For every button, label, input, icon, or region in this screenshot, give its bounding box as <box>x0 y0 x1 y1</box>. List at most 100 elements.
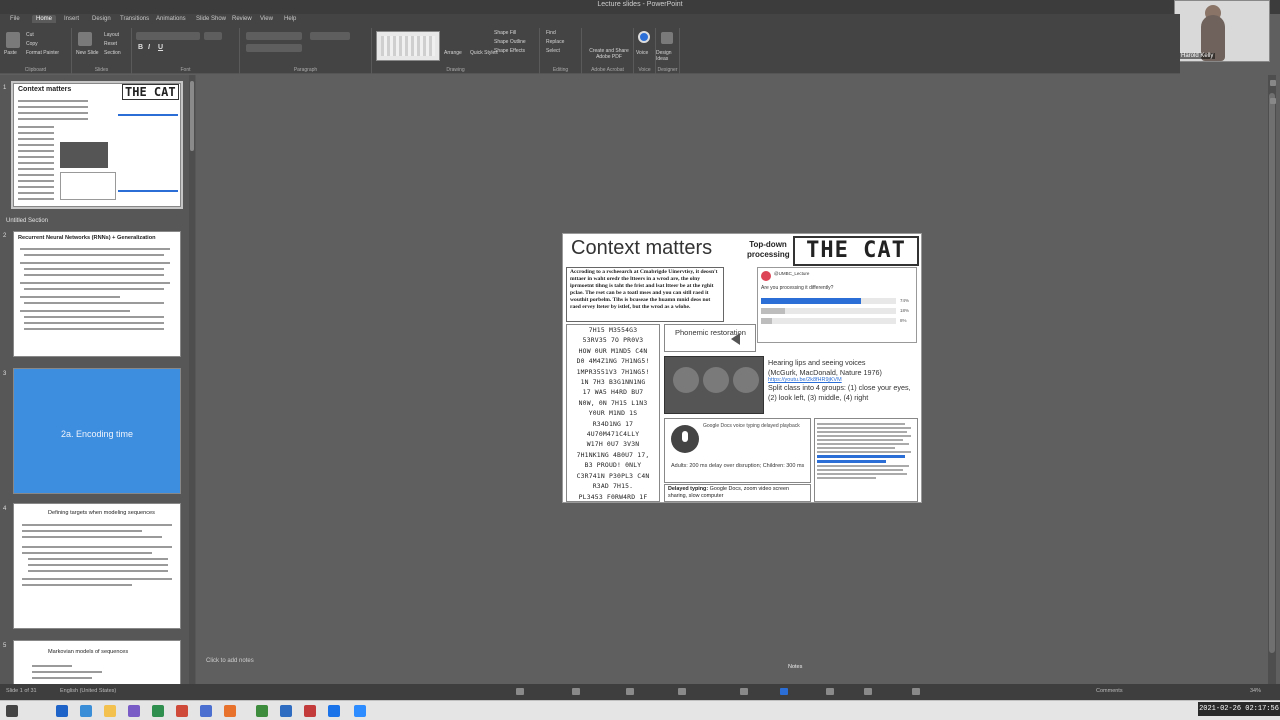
app-icon[interactable] <box>176 705 188 717</box>
tab-slide-show[interactable]: Slide Show <box>192 15 230 23</box>
app-icon[interactable] <box>280 705 292 717</box>
reset-button[interactable]: Reset <box>104 41 117 47</box>
shape-effects-button[interactable]: Shape Effects <box>494 48 525 54</box>
new-slide-icon[interactable] <box>78 32 92 46</box>
chart-icon[interactable] <box>740 688 748 695</box>
chat-icon[interactable] <box>780 688 788 695</box>
format-painter-button[interactable]: Format Painter <box>26 50 59 56</box>
shape-outline-button[interactable]: Shape Outline <box>494 39 526 45</box>
tab-help[interactable]: Help <box>280 15 300 23</box>
design-ideas-button[interactable]: Design Ideas <box>656 50 679 62</box>
font-name-box[interactable] <box>136 32 200 40</box>
app-icon[interactable] <box>328 705 340 717</box>
top-down-label[interactable]: Top-down processing <box>747 240 790 260</box>
thumbnail-line <box>18 100 88 102</box>
reactions-icon[interactable] <box>864 688 872 695</box>
more-icon[interactable] <box>912 688 920 695</box>
italic-button[interactable]: I <box>148 44 150 51</box>
tab-home[interactable]: Home <box>32 15 57 23</box>
thumbnail-scrollbar[interactable] <box>189 75 195 695</box>
thumbnail-slide-5[interactable]: Markovian models of sequences <box>13 640 181 688</box>
select-button[interactable]: Select <box>546 48 560 54</box>
app-icon[interactable] <box>128 705 140 717</box>
article-screenshot[interactable] <box>814 418 918 502</box>
tab-insert[interactable]: Insert <box>60 15 83 23</box>
align-icon[interactable] <box>246 44 302 52</box>
share-icon[interactable] <box>638 31 650 43</box>
font-size-box[interactable] <box>204 32 222 40</box>
tab-file[interactable]: File <box>6 15 24 23</box>
comments-button[interactable]: Comments <box>1096 688 1123 694</box>
slide-scrollbar-thumb[interactable] <box>1269 93 1275 653</box>
tab-review[interactable]: Review <box>228 15 256 23</box>
microphone-icon[interactable] <box>671 425 699 453</box>
section-button[interactable]: Section <box>104 50 121 56</box>
section-untitled[interactable]: Untitled Section <box>6 218 48 224</box>
share-screen-icon[interactable] <box>626 688 634 695</box>
underline-button[interactable]: U <box>158 44 163 51</box>
accessibility-icon[interactable] <box>516 688 524 695</box>
search-icon[interactable] <box>56 705 68 717</box>
language-indicator[interactable]: English (United States) <box>60 688 116 694</box>
bold-button[interactable]: B <box>138 44 143 51</box>
camera-icon[interactable] <box>572 688 580 695</box>
slide-title[interactable]: Context matters <box>571 237 712 260</box>
scroll-up-icon[interactable] <box>1270 80 1276 86</box>
tab-animations[interactable]: Animations <box>152 15 190 23</box>
text-direction-icon[interactable] <box>310 32 350 40</box>
mcgurk-text[interactable]: Hearing lips and seeing voices (McGurk, … <box>768 358 920 416</box>
bullets-icon[interactable] <box>246 32 302 40</box>
zoom-level[interactable]: 34% <box>1250 688 1261 694</box>
notes-button[interactable]: Notes <box>788 664 802 670</box>
explorer-icon[interactable] <box>104 705 116 717</box>
powerpoint-icon[interactable] <box>304 705 316 717</box>
slide-canvas[interactable]: Context matters Top-down processing THE … <box>562 233 922 503</box>
app-icon[interactable] <box>200 705 212 717</box>
article-line <box>817 477 876 479</box>
article-line <box>817 465 910 467</box>
speech-delay-box[interactable]: Google Docs voice typing delayed playbac… <box>664 418 811 483</box>
notes-placeholder[interactable]: Click to add notes <box>206 658 254 664</box>
thumbnail-slide-2[interactable]: Recurrent Neural Networks (RNNs) + Gener… <box>13 231 181 357</box>
slide-scrollbar[interactable] <box>1268 75 1276 695</box>
record-icon[interactable] <box>826 688 834 695</box>
app-icon[interactable] <box>256 705 268 717</box>
start-icon[interactable] <box>6 705 18 717</box>
thumbnail-slide-4[interactable]: Defining targets when modeling sequences <box>13 503 181 629</box>
copy-button[interactable]: Copy <box>26 41 38 47</box>
replace-button[interactable]: Replace <box>546 39 564 45</box>
app-icon[interactable] <box>224 705 236 717</box>
paste-icon[interactable] <box>6 32 20 48</box>
find-button[interactable]: Find <box>546 30 556 36</box>
scroll-up-icon[interactable] <box>1270 98 1276 104</box>
thumbnail-slide-1[interactable]: Context matters THE CAT <box>11 81 183 209</box>
speaker-icon[interactable] <box>731 333 740 345</box>
thumbnail-line <box>20 296 120 298</box>
participants-icon[interactable] <box>678 688 686 695</box>
shapes-gallery[interactable] <box>376 31 440 61</box>
edge-icon[interactable] <box>80 705 92 717</box>
paste-button[interactable]: Paste <box>4 50 17 56</box>
tab-view[interactable]: View <box>256 15 277 23</box>
tab-design[interactable]: Design <box>88 15 115 23</box>
tab-transitions[interactable]: Transitions <box>116 15 153 23</box>
delayed-typing-box[interactable]: Delayed typing: Google Docs, zoom video … <box>664 484 811 502</box>
leet-speak-box[interactable]: 7H15 M3554G3 53RV35 7O PR0V3 HOW 0UR M1ND5… <box>566 324 660 502</box>
new-slide-button[interactable]: New Slide <box>76 50 99 56</box>
poll-screenshot[interactable]: @UMBC_Lecture Are you processing it diff… <box>757 267 917 343</box>
design-ideas-icon[interactable] <box>661 32 673 44</box>
app-icon[interactable] <box>152 705 164 717</box>
thumbnail-scrollbar-thumb[interactable] <box>190 81 194 151</box>
cut-button[interactable]: Cut <box>26 32 34 38</box>
shape-fill-button[interactable]: Shape Fill <box>494 30 516 36</box>
layout-button[interactable]: Layout <box>104 32 119 38</box>
phonemic-restoration-box[interactable]: Phonemic restoration <box>664 324 756 352</box>
mcgurk-video-image[interactable] <box>664 356 764 414</box>
the-cat-image[interactable]: THE CAT <box>793 236 919 266</box>
create-share-pdf-button[interactable]: Create and Share Adobe PDF <box>584 48 634 60</box>
scrambled-paragraph[interactable]: Accroding to a rscheearch at Cmabrigde U… <box>566 267 724 322</box>
arrange-button[interactable]: Arrange <box>444 50 462 56</box>
thumbnail-slide-3[interactable]: 2a. Encoding time <box>13 368 181 494</box>
zoom-icon[interactable] <box>354 705 366 717</box>
dictate-button[interactable]: Voice <box>636 50 648 56</box>
